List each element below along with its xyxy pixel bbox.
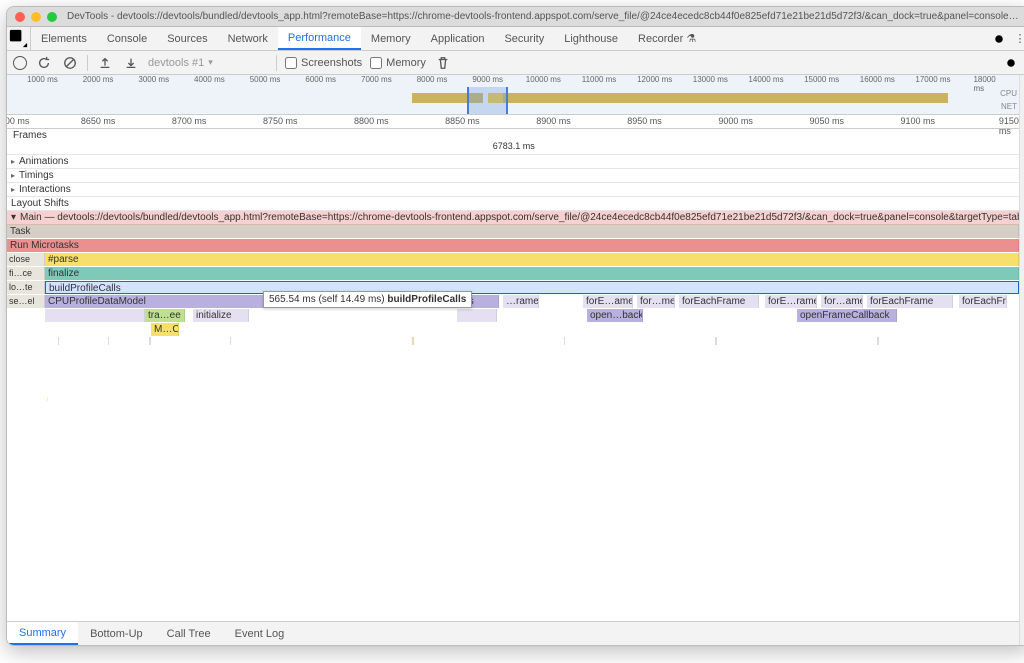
flame-bar[interactable]: forEachFrame (959, 295, 1007, 308)
bottom-tab-summary[interactable]: Summary (7, 622, 78, 645)
flame-bar-parse[interactable]: #parse (45, 253, 1019, 266)
overview-ruler: 1000 ms 2000 ms 3000 ms 4000 ms 5000 ms … (7, 75, 1019, 87)
flame-bar[interactable] (45, 309, 145, 322)
performance-toolbar: devtools #1 Screenshots Memory (7, 51, 1024, 75)
interactions-track[interactable]: ▸Interactions (7, 183, 1019, 197)
gutter-label: lo…te (7, 281, 45, 294)
frames-track[interactable]: Frames 6783.1 ms (7, 129, 1019, 155)
tab-recorder[interactable]: Recorder ⚗ (628, 27, 706, 50)
overview-selection[interactable] (467, 87, 507, 114)
bottom-tab-event-log[interactable]: Event Log (223, 622, 297, 645)
main-thread-header[interactable]: ▾Main — devtools://devtools/bundled/devt… (7, 211, 1019, 225)
settings-icon[interactable] (987, 27, 1011, 50)
flame-bar[interactable] (457, 309, 497, 322)
collapse-icon: ▾ (11, 212, 16, 223)
cpu-band (503, 93, 948, 103)
bottom-tabs: Summary Bottom-Up Call Tree Event Log (7, 621, 1019, 645)
gutter-label: se…el (7, 295, 45, 308)
overview-timeline[interactable]: 1000 ms 2000 ms 3000 ms 4000 ms 5000 ms … (7, 75, 1019, 115)
panel-tabs: Elements Console Sources Network Perform… (7, 27, 1024, 51)
tab-application[interactable]: Application (421, 27, 495, 50)
bottom-tab-bottom-up[interactable]: Bottom-Up (78, 622, 155, 645)
devtools-window: DevTools - devtools://devtools/bundled/d… (6, 6, 1024, 646)
flame-bar[interactable]: forEachFrame (679, 295, 759, 308)
tab-network[interactable]: Network (218, 27, 278, 50)
flame-bar[interactable]: initialize (193, 309, 249, 322)
titlebar: DevTools - devtools://devtools/bundled/d… (7, 7, 1024, 27)
gutter-label: fi…ce (7, 267, 45, 280)
layout-shifts-track[interactable]: Layout Shifts (7, 197, 1019, 211)
more-icon[interactable]: ⋮ (1011, 27, 1024, 50)
flame-bar[interactable]: open…back (587, 309, 643, 322)
tab-lighthouse[interactable]: Lighthouse (554, 27, 628, 50)
flame-bar-run-microtasks[interactable]: Run Microtasks (7, 239, 1019, 252)
tab-sources[interactable]: Sources (157, 27, 217, 50)
flame-bar[interactable]: forEachFrame (867, 295, 953, 308)
memory-checkbox[interactable]: Memory (370, 57, 426, 69)
bottom-tab-call-tree[interactable]: Call Tree (155, 622, 223, 645)
expand-icon: ▸ (11, 171, 15, 180)
flame-bar[interactable]: openFrameCallback (797, 309, 897, 322)
animations-track[interactable]: ▸Animations (7, 155, 1019, 169)
window-controls (15, 12, 57, 22)
flame-bar[interactable]: tra…ee (145, 309, 185, 322)
beaker-icon: ⚗ (686, 32, 696, 45)
close-window-icon[interactable] (15, 12, 25, 22)
gutter-label: close (7, 253, 45, 266)
tab-console[interactable]: Console (97, 27, 157, 50)
inspect-icon[interactable] (7, 27, 31, 50)
tab-performance[interactable]: Performance (278, 27, 361, 50)
tab-memory[interactable]: Memory (361, 27, 421, 50)
flame-bar[interactable]: M…C (151, 323, 179, 336)
flame-bar[interactable]: forE…rame (765, 295, 817, 308)
expand-icon: ▸ (11, 157, 15, 166)
flame-bar-task[interactable]: Task (7, 225, 1019, 238)
vertical-scrollbar[interactable] (1019, 75, 1024, 645)
cpu-label: CPU (1000, 89, 1017, 98)
screenshots-checkbox[interactable]: Screenshots (285, 57, 362, 69)
record-icon[interactable] (13, 56, 27, 70)
trash-icon[interactable] (434, 54, 452, 72)
detail-ruler[interactable]: 00 ms 8650 ms 8700 ms 8750 ms 8800 ms 88… (7, 115, 1019, 129)
tab-security[interactable]: Security (494, 27, 554, 50)
clear-icon[interactable] (61, 54, 79, 72)
zoom-window-icon[interactable] (47, 12, 57, 22)
tab-elements[interactable]: Elements (31, 27, 97, 50)
minimize-window-icon[interactable] (31, 12, 41, 22)
window-title: DevTools - devtools://devtools/bundled/d… (67, 11, 1021, 22)
flame-bar[interactable]: for…ame (821, 295, 863, 308)
expand-icon: ▸ (11, 185, 15, 194)
flame-chart[interactable]: close fi…ce lo…te se…el Task Run Microta… (7, 225, 1019, 621)
capture-settings-icon[interactable] (999, 51, 1023, 75)
download-icon[interactable] (122, 54, 140, 72)
frames-label: Frames (13, 130, 47, 141)
flame-bar-finalize[interactable]: finalize (45, 267, 1019, 280)
flame-bar[interactable]: forE…ame (583, 295, 633, 308)
flame-tooltip: 565.54 ms (self 14.49 ms) buildProfileCa… (263, 291, 472, 308)
upload-icon[interactable] (96, 54, 114, 72)
net-label: NET (1001, 102, 1017, 111)
profile-selector[interactable]: devtools #1 (148, 57, 268, 69)
flame-bar-buildprofilecalls-selected[interactable]: buildProfileCalls (45, 281, 1019, 294)
flame-bar[interactable]: for…me (637, 295, 675, 308)
frame-time: 6783.1 ms (493, 141, 535, 151)
timings-track[interactable]: ▸Timings (7, 169, 1019, 183)
reload-icon[interactable] (35, 54, 53, 72)
flame-bar[interactable]: …rame (503, 295, 539, 308)
